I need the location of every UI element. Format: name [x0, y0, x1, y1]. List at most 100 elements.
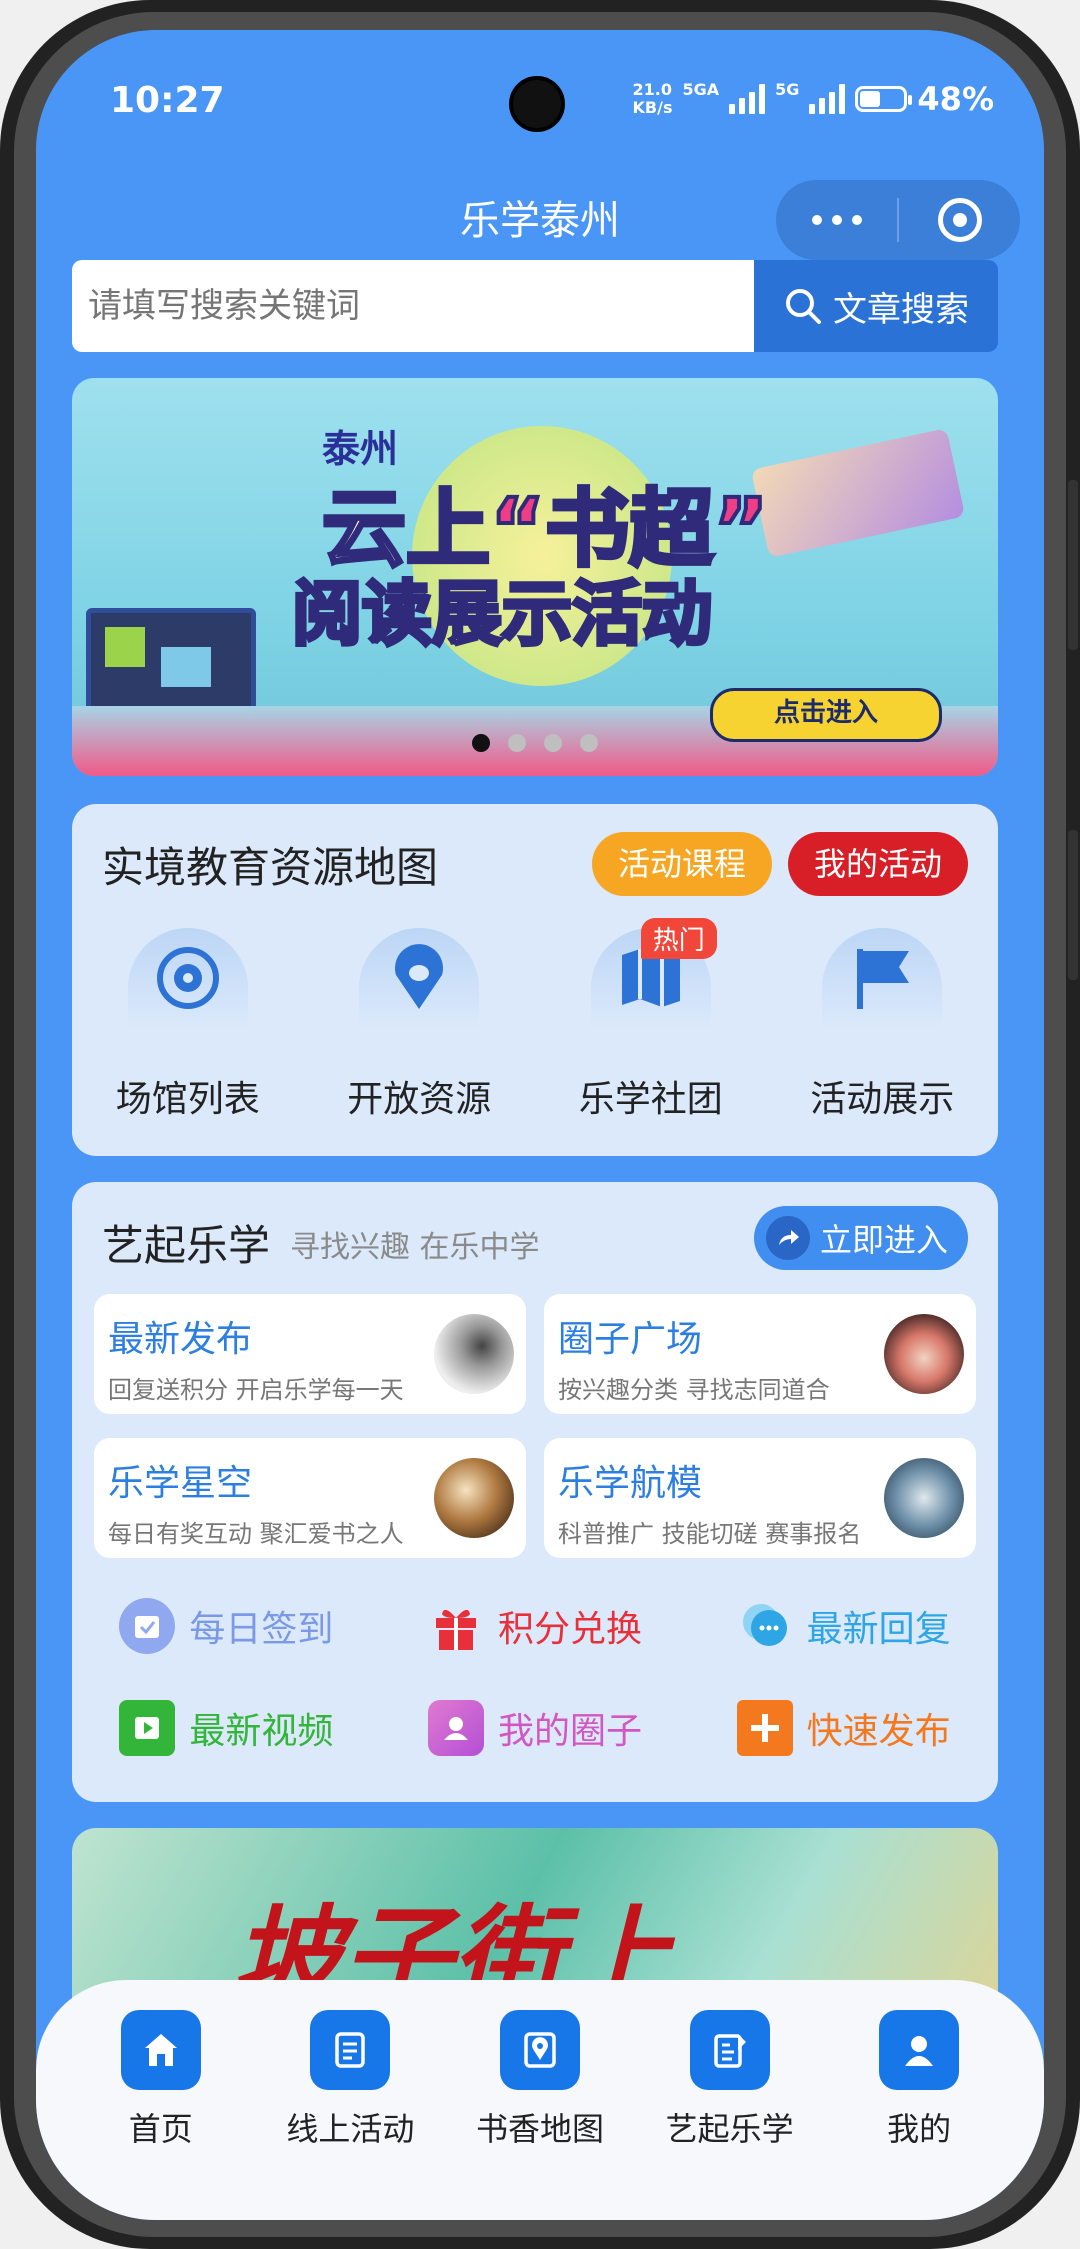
close-miniapp-button[interactable]: [899, 198, 1020, 242]
map-pin-icon: [499, 2010, 580, 2090]
chat-bubble-icon: [737, 1598, 793, 1654]
signal-label-1: 5GA: [682, 80, 720, 99]
screen: 10:27 21.0 KB/s 5GA 5G 48% 乐学泰州 文章搜索: [36, 30, 1044, 2220]
title-bar: 乐学泰州: [36, 180, 1044, 260]
tile-aero-model[interactable]: 乐学航模 科普推广 技能切磋 赛事报名: [544, 1438, 976, 1558]
share-arrow-icon: [766, 1216, 810, 1260]
status-time: 10:27: [110, 80, 225, 121]
quick-links-row-2: 最新视频 我的圈子 快速发布: [72, 1698, 998, 1758]
tab-label: 首页: [128, 2110, 193, 2148]
article-search-button[interactable]: 文章搜索: [754, 260, 998, 352]
grid-item-venues[interactable]: 场馆列表: [72, 928, 304, 1122]
enter-now-label: 立即进入: [820, 1221, 949, 1259]
link-label: 最新回复: [806, 1609, 951, 1650]
tab-label: 我的: [887, 2110, 952, 2148]
battery-icon: [855, 86, 913, 112]
tab-label: 艺起乐学: [665, 2110, 794, 2148]
link-label: 最新视频: [189, 1711, 334, 1752]
link-label: 我的圈子: [498, 1711, 643, 1752]
compass-icon: [127, 928, 248, 1028]
tab-home[interactable]: 首页: [71, 2010, 251, 2150]
my-activities-button[interactable]: 我的活动: [788, 832, 968, 896]
tile-title: 最新发布: [108, 1319, 253, 1360]
status-bar: 10:27 21.0 KB/s 5GA 5G 48%: [36, 76, 1044, 140]
link-label: 每日签到: [189, 1609, 334, 1650]
miniapp-capsule: [776, 180, 1020, 260]
tab-list: 首页 线上活动 书香地图 艺起乐学 我的: [66, 2010, 1014, 2150]
user-icon: [879, 2010, 960, 2090]
carousel-dot[interactable]: [472, 734, 490, 752]
banner-line3: 阅读展示活动: [290, 571, 714, 657]
status-indicators: 21.0 KB/s 5GA 5G 48%: [633, 80, 994, 118]
more-icon[interactable]: [776, 215, 897, 225]
book-coffee-thumbnail: [434, 1458, 514, 1538]
signal-bars-icon: [729, 84, 766, 114]
location-pin-icon: [359, 928, 480, 1028]
carousel-dot[interactable]: [508, 734, 526, 752]
volume-button: [1068, 480, 1078, 650]
daily-checkin-link[interactable]: 每日签到: [72, 1596, 381, 1656]
yiqi-subtitle: 寻找兴趣 在乐中学: [290, 1230, 540, 1265]
resource-map-card: 实境教育资源地图 活动课程 我的活动 场馆列表 开放资源 热门 乐学社团 活动展…: [72, 804, 998, 1156]
search-button-label: 文章搜索: [833, 289, 969, 330]
tab-yiqi-lexue[interactable]: 艺起乐学: [640, 2010, 820, 2150]
quick-post-link[interactable]: 快速发布: [689, 1698, 998, 1758]
tile-latest-posts[interactable]: 最新发布 回复送积分 开启乐学每一天: [94, 1294, 526, 1414]
tile-subtitle: 按兴趣分类 寻找志同道合: [558, 1376, 830, 1404]
home-icon: [120, 2010, 201, 2090]
link-label: 快速发布: [806, 1711, 951, 1752]
link-label: 积分兑换: [498, 1609, 643, 1650]
bottom-tab-bar: 首页 线上活动 书香地图 艺起乐学 我的: [36, 1980, 1044, 2220]
search-bar: 文章搜索: [72, 260, 998, 352]
tab-online-activities[interactable]: 线上活动: [260, 2010, 440, 2150]
resource-map-grid: 场馆列表 开放资源 热门 乐学社团 活动展示: [72, 918, 999, 1122]
net-speed: 21.0 KB/s: [632, 80, 673, 117]
banner-carousel[interactable]: 泰州 云上“书超” 阅读展示活动 点击进入: [72, 378, 998, 776]
grid-item-open-resources[interactable]: 开放资源: [304, 928, 536, 1122]
calendar-check-icon: [119, 1598, 176, 1654]
grid-label: 活动展示: [810, 1079, 955, 1120]
tile-title: 乐学星空: [108, 1463, 253, 1504]
gift-icon: [428, 1598, 484, 1654]
jet-thumbnail: [884, 1458, 964, 1538]
carousel-dot[interactable]: [544, 734, 562, 752]
open-book-graphic: [750, 428, 966, 558]
enter-now-button[interactable]: 立即进入: [754, 1206, 968, 1270]
tile-lexue-starry[interactable]: 乐学星空 每日有奖互动 聚汇爱书之人: [94, 1438, 526, 1558]
tab-mine[interactable]: 我的: [829, 2010, 1009, 2150]
tab-book-map[interactable]: 书香地图: [450, 2010, 630, 2150]
carousel-dots: [72, 734, 998, 752]
ink-brush-thumbnail: [434, 1314, 514, 1394]
clipboard-icon: [310, 2010, 391, 2090]
target-icon: [937, 198, 982, 242]
tab-label: 书香地图: [475, 2110, 604, 2148]
grid-item-clubs[interactable]: 热门 乐学社团: [535, 918, 767, 1122]
search-icon: [786, 289, 821, 324]
tile-circle-square[interactable]: 圈子广场 按兴趣分类 寻找志同道合: [544, 1294, 976, 1414]
tile-title: 圈子广场: [558, 1319, 703, 1360]
signal-label-2: 5G: [775, 80, 800, 99]
map-icon: 热门: [590, 918, 717, 1028]
flag-icon: [822, 928, 943, 1028]
tab-label: 线上活动: [286, 2110, 415, 2148]
grid-label: 乐学社团: [578, 1079, 723, 1120]
points-exchange-link[interactable]: 积分兑换: [381, 1596, 690, 1656]
carousel-dot[interactable]: [580, 734, 598, 752]
signal-bars-icon-2: [809, 84, 846, 114]
latest-replies-link[interactable]: 最新回复: [689, 1596, 998, 1656]
opera-face-thumbnail: [884, 1314, 964, 1394]
search-input[interactable]: [72, 260, 754, 352]
my-circles-link[interactable]: 我的圈子: [381, 1698, 690, 1758]
power-button: [1068, 830, 1078, 980]
tile-title: 乐学航模: [558, 1463, 703, 1504]
yiqi-lexue-card: 艺起乐学 寻找兴趣 在乐中学 立即进入 最新发布 回复送积分 开启乐学每一天 圈…: [72, 1182, 998, 1802]
tile-subtitle: 回复送积分 开启乐学每一天: [108, 1376, 404, 1404]
latest-videos-link[interactable]: 最新视频: [72, 1698, 381, 1758]
grid-item-showcase[interactable]: 活动展示: [767, 928, 999, 1122]
tile-subtitle: 每日有奖互动 聚汇爱书之人: [108, 1520, 404, 1548]
activity-courses-button[interactable]: 活动课程: [592, 832, 772, 896]
circle-group-icon: [428, 1700, 484, 1756]
quick-links-row-1: 每日签到 积分兑换 最新回复: [72, 1596, 998, 1656]
resource-map-title: 实境教育资源地图: [102, 843, 439, 892]
grid-label: 场馆列表: [115, 1079, 260, 1120]
